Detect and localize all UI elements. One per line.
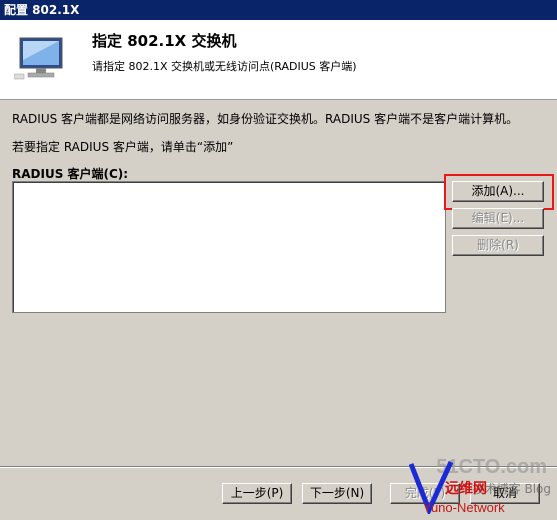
page-title: 指定 802.1X 交换机 bbox=[92, 32, 237, 50]
page-subtitle: 请指定 802.1X 交换机或无线访问点(RADIUS 客户端) bbox=[92, 60, 357, 73]
watermark-brand: 远维网 bbox=[445, 481, 487, 497]
back-button[interactable]: 上一步(P) bbox=[222, 483, 292, 504]
description-text: RADIUS 客户端都是网络访问服务器，如身份验证交换机。RADIUS 客户端不… bbox=[12, 112, 519, 126]
add-button[interactable]: 添加(A)... bbox=[452, 181, 544, 202]
dialog-window: 配置 802.1X 指定 802.1X 交换机 请指定 802.1X 交换机或无… bbox=[0, 0, 557, 520]
edit-button[interactable]: 编辑(E)... bbox=[452, 208, 544, 229]
watermark-brand-en: Yuno-Network bbox=[423, 500, 505, 515]
watermark: 51CTO.com 技术博客 Blog 远维网 Yuno-Network bbox=[401, 456, 551, 518]
instruction-text: 若要指定 RADIUS 客户端，请单击“添加” bbox=[12, 140, 234, 154]
wizard-header: 指定 802.1X 交换机 请指定 802.1X 交换机或无线访问点(RADIU… bbox=[0, 20, 557, 100]
window-title: 配置 802.1X bbox=[0, 0, 557, 20]
radius-clients-list[interactable] bbox=[12, 181, 446, 313]
radius-clients-label: RADIUS 客户端(C): bbox=[12, 167, 129, 181]
computer-monitor-icon bbox=[14, 37, 63, 80]
next-button[interactable]: 下一步(N) bbox=[302, 483, 372, 504]
remove-button[interactable]: 删除(R) bbox=[452, 235, 544, 256]
